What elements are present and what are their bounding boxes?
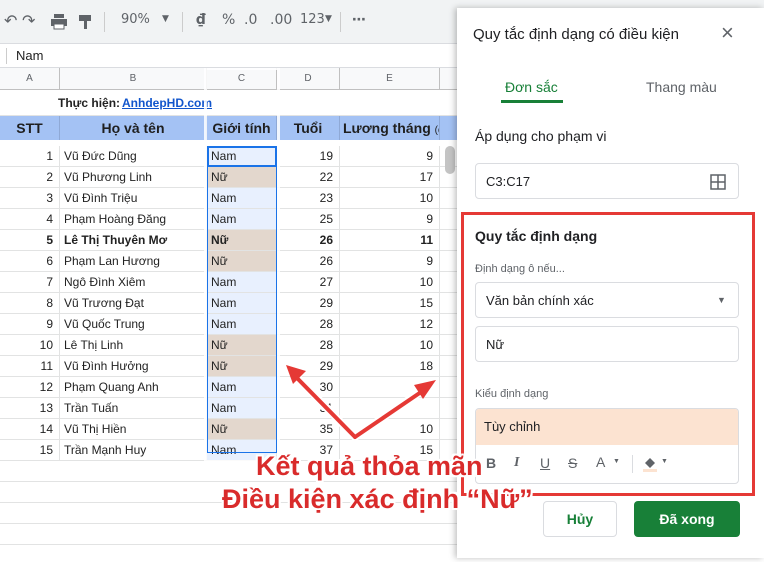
arrow-to-gender-cells [294, 375, 357, 439]
arrow-to-panel [353, 388, 426, 439]
annotation-line-2: Điều kiện xác định “Nữ” [222, 484, 533, 514]
annotation-line-1: Kết quả thỏa mãn [256, 451, 483, 481]
